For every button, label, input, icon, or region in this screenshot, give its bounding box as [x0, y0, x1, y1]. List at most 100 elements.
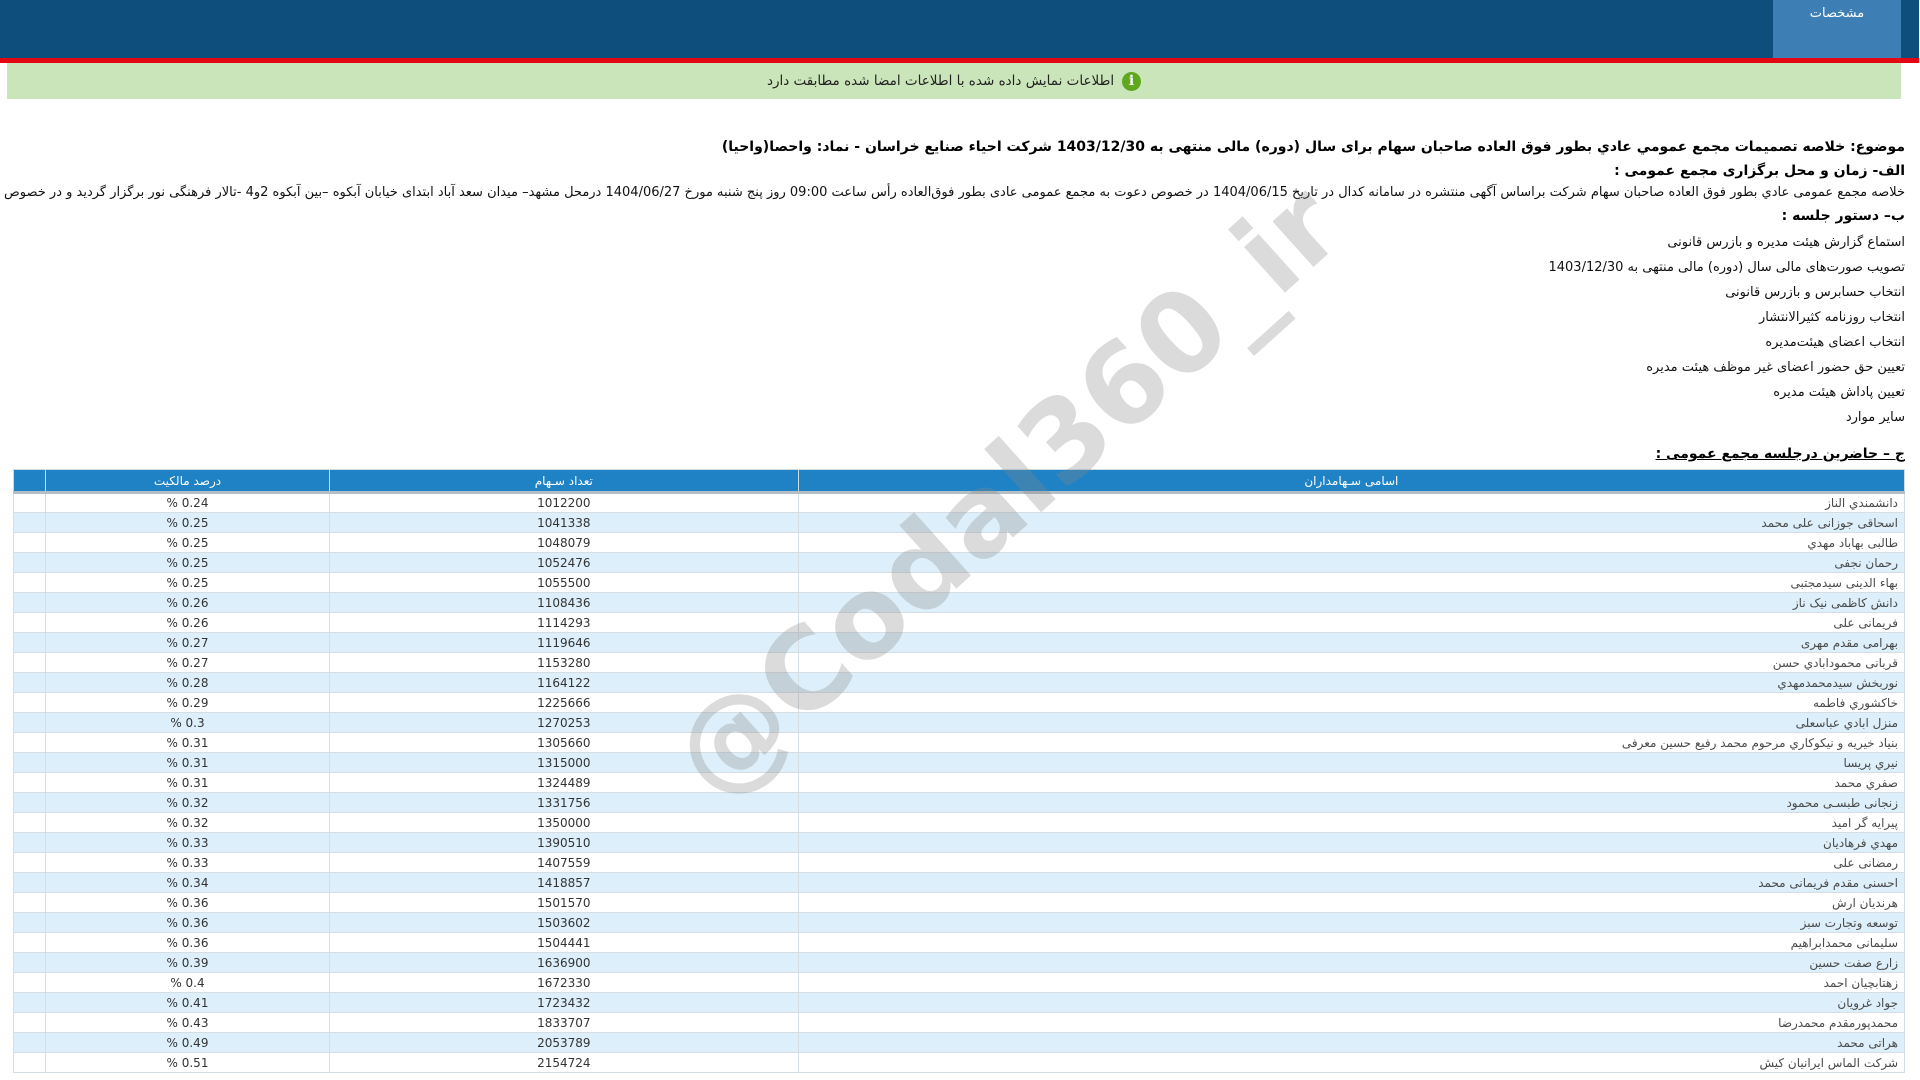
ownership-percent-cell: % 0.27 — [46, 652, 331, 673]
table-row: نیري پریسا 1315000 % 0.31 — [13, 752, 1907, 773]
table-row: بهرامی مقدم مهری 1119646 % 0.27 — [13, 632, 1907, 653]
section-a-title: الف- زمان و محل برگزاری مجمع عمومی : — [1615, 163, 1906, 179]
ownership-percent-cell: % 0.32 — [46, 792, 331, 813]
share-count: 1504441 — [329, 932, 800, 953]
ownership-percent: % 0.25 — [167, 555, 210, 570]
table-row: قربانی محمودابادي حسن 1153280 % 0.27 — [13, 652, 1907, 673]
ownership-percent-cell: % 0.41 — [46, 992, 331, 1013]
ownership-percent-cell: % 0.4 — [46, 972, 331, 993]
share-count: 1048079 — [329, 532, 800, 553]
blank-cell — [13, 832, 48, 853]
table-row: رمضانی علی 1407559 % 0.33 — [13, 852, 1907, 873]
table-row: اسحاقی جوزانی علی محمد 1041338 % 0.25 — [13, 512, 1907, 533]
table-row: بهاء الدینی سیدمجتبی 1055500 % 0.25 — [13, 572, 1907, 593]
ownership-percent: % 0.51 — [167, 1055, 210, 1070]
ownership-percent-cell: % 0.49 — [46, 1032, 331, 1053]
blank-cell — [13, 712, 48, 733]
table-row: توسعه وتجارت سبز 1503602 % 0.36 — [13, 912, 1907, 933]
ownership-percent: % 0.31 — [167, 735, 210, 750]
ownership-percent: % 0.32 — [167, 815, 210, 830]
shareholder-name: بنیاد خیریه و نیکوکاري مرحوم محمد رفیع ح… — [798, 732, 1907, 753]
share-count: 1390510 — [329, 832, 800, 853]
ownership-percent-cell: % 0.39 — [46, 952, 331, 973]
share-count: 1350000 — [329, 812, 800, 833]
agenda-list: استماع گزارش هیئت مدیره و بازرس قانونی تص… — [14, 230, 1906, 430]
table-row: سلیمانی محمدابراهیم 1504441 % 0.36 — [13, 932, 1907, 953]
blank-cell — [13, 1052, 48, 1073]
share-count: 1119646 — [329, 632, 800, 653]
share-count: 1636900 — [329, 952, 800, 973]
blank-cell — [13, 752, 48, 773]
shareholder-name: زارع صفت حسین — [798, 952, 1907, 973]
ownership-percent-cell: % 0.36 — [46, 892, 331, 913]
share-count: 1225666 — [329, 692, 800, 713]
blank-cell — [13, 672, 48, 693]
blank-cell — [13, 792, 48, 813]
shareholder-name: احسنی مقدم فریمانی محمد — [798, 872, 1907, 893]
table-row: پیرایه گر امید 1350000 % 0.32 — [13, 812, 1907, 833]
share-count: 1108436 — [329, 592, 800, 613]
section-b-title: ب– دستور جلسه : — [1782, 208, 1906, 224]
table-row: رحمان نجفی 1052476 % 0.25 — [13, 552, 1907, 573]
blank-cell — [13, 1012, 48, 1033]
table-row: محمدپورمقدم محمدرضا 1833707 % 0.43 — [13, 1012, 1907, 1033]
ownership-percent-cell: % 0.36 — [46, 932, 331, 953]
section-a-body: خلاصه مجمع عمومی عادي بطور فوق العاده صا… — [0, 185, 1906, 200]
ownership-percent: % 0.25 — [167, 535, 210, 550]
blank-cell — [13, 812, 48, 833]
section-c-title: ج – حاضرین درجلسه مجمع عمومی : — [1656, 446, 1906, 462]
shareholder-name: پیرایه گر امید — [798, 812, 1907, 833]
share-count: 1114293 — [329, 612, 800, 633]
table-row: دانش کاظمی نیک ناز 1108436 % 0.26 — [13, 592, 1907, 613]
shareholder-name: سلیمانی محمدابراهیم — [798, 932, 1907, 953]
table-row: شرکت الماس ایرانیان کیش 2154724 % 0.51 — [13, 1052, 1907, 1073]
table-row: طالبی بهاباد مهدي 1048079 % 0.25 — [13, 532, 1907, 553]
shareholder-name: بهرامی مقدم مهری — [798, 632, 1907, 653]
shareholders-table-body: دانشمندي الناز 1012200 % 0.24 اسحاقی جوزانی… — [13, 492, 1907, 1073]
shareholders-table-head: اسامی سـهامداران تعداد سـهام درصد مالکیت — [13, 469, 1907, 493]
report-content: موضوع: خلاصه تصمیمات مجمع عمومي عادي بطو… — [0, 139, 1920, 1073]
share-count: 1305660 — [329, 732, 800, 753]
blank-cell — [13, 892, 48, 913]
blank-cell — [13, 852, 48, 873]
share-count: 1315000 — [329, 752, 800, 773]
ownership-percent: % 0.41 — [167, 995, 210, 1010]
tab-specifications[interactable]: مشخصات — [1774, 0, 1902, 58]
ownership-percent-cell: % 0.28 — [46, 672, 331, 693]
ownership-percent: % 0.36 — [167, 935, 210, 950]
shareholder-name: رمضانی علی — [798, 852, 1907, 873]
ownership-percent-cell: % 0.24 — [46, 492, 331, 513]
blank-cell — [13, 952, 48, 973]
blank-cell — [13, 732, 48, 753]
shareholder-name: زهتابچیان احمد — [798, 972, 1907, 993]
blank-cell — [13, 612, 48, 633]
table-row: خاکشوري فاطمه 1225666 % 0.29 — [13, 692, 1907, 713]
shareholder-name: رحمان نجفی — [798, 552, 1907, 573]
column-header-blank — [13, 469, 48, 493]
column-header-shareholder-names: اسامی سـهامداران — [798, 469, 1907, 493]
ownership-percent-cell: % 0.27 — [46, 632, 331, 653]
ownership-percent-cell: % 0.31 — [46, 772, 331, 793]
shareholder-name: طالبی بهاباد مهدي — [798, 532, 1907, 553]
table-row: صفري محمد 1324489 % 0.31 — [13, 772, 1907, 793]
ownership-percent: % 0.3 — [171, 715, 206, 730]
shareholder-name: فریمانی علی — [798, 612, 1907, 633]
report-subject: موضوع: خلاصه تصمیمات مجمع عمومي عادي بطو… — [722, 139, 1906, 155]
share-count: 1164122 — [329, 672, 800, 693]
share-count: 1012200 — [329, 492, 800, 513]
table-row: بنیاد خیریه و نیکوکاري مرحوم محمد رفیع ح… — [13, 732, 1907, 753]
blank-cell — [13, 652, 48, 673]
ownership-percent: % 0.26 — [167, 595, 210, 610]
ownership-percent-cell: % 0.43 — [46, 1012, 331, 1033]
blank-cell — [13, 552, 48, 573]
agenda-item: تصویب صورت‌های مالی سال (دوره) مالی منته… — [1549, 260, 1906, 275]
blank-cell — [13, 532, 48, 553]
share-count: 1407559 — [329, 852, 800, 873]
share-count: 1503602 — [329, 912, 800, 933]
shareholder-name: نوربخش سیدمحمدمهدي — [798, 672, 1907, 693]
table-row: مهدي فرهادیان 1390510 % 0.33 — [13, 832, 1907, 853]
shareholder-name: صفري محمد — [798, 772, 1907, 793]
table-row: هرندیان ارش 1501570 % 0.36 — [13, 892, 1907, 913]
ownership-percent: % 0.27 — [167, 655, 210, 670]
column-header-ownership-percent: درصد مالکیت — [46, 469, 331, 493]
